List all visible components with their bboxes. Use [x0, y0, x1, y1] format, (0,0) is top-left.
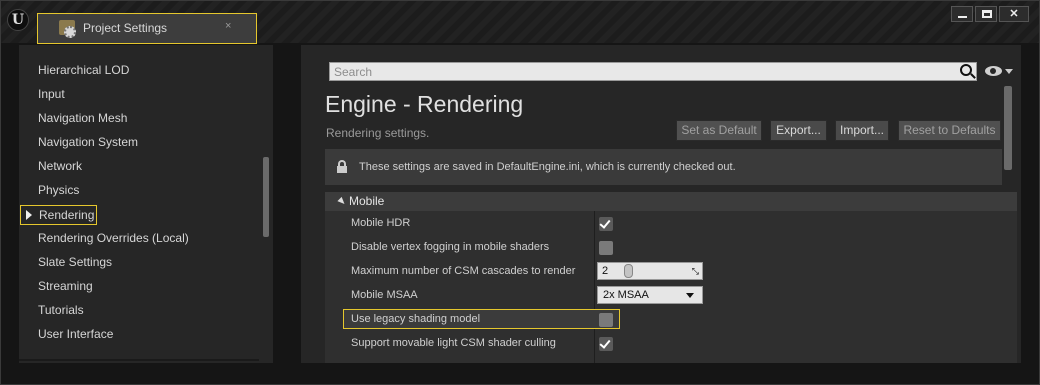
close-button[interactable]: ✕ [999, 6, 1029, 22]
spinbox-slider-handle[interactable] [624, 264, 633, 278]
sidebar-item-label: Hierarchical LOD [38, 63, 130, 77]
dropdown-value: 2x MSAA [603, 289, 649, 301]
property-label: Support movable light CSM shader culling [351, 337, 556, 349]
tab-label: Project Settings [83, 21, 168, 35]
sidebar-item-slate-settings[interactable]: Slate Settings [19, 252, 259, 272]
sidebar-item-label: Rendering [39, 208, 95, 222]
page-title: Engine - Rendering [325, 91, 524, 117]
property-row-csm-shader-culling: Support movable light CSM shader culling [325, 331, 1017, 355]
sidebar-item-label: Navigation System [38, 135, 139, 149]
mobile-hdr-checkbox[interactable] [599, 217, 613, 231]
sidebar-item-streaming[interactable]: Streaming [19, 276, 259, 296]
property-row-legacy-shading: Use legacy shading model [325, 307, 1017, 331]
sidebar-item-navigation-mesh[interactable]: Navigation Mesh [19, 108, 259, 128]
property-row-disable-vertex-fogging: Disable vertex fogging in mobile shaders [325, 235, 1017, 259]
config-status-bar: These settings are saved in DefaultEngin… [325, 149, 1002, 185]
section-mobile-header[interactable]: Mobile [325, 192, 1017, 211]
title-bar: U Project Settings × ✕ [1, 1, 1039, 44]
sidebar-item-label: User Interface [38, 327, 114, 341]
sidebar-item-label: Navigation Mesh [38, 111, 128, 125]
maximize-button[interactable] [975, 6, 997, 22]
mobile-msaa-dropdown[interactable]: 2x MSAA [597, 286, 703, 304]
chevron-down-icon[interactable] [1005, 69, 1013, 74]
disable-vertex-fogging-checkbox[interactable] [599, 241, 613, 255]
sidebar-divider [19, 359, 259, 361]
sidebar-item-label: Streaming [38, 279, 93, 293]
expand-arrow-icon [26, 210, 32, 220]
sidebar-item-hierarchical-lod[interactable]: Hierarchical LOD [19, 60, 259, 80]
collapse-arrow-icon [337, 196, 347, 207]
sidebar-item-rendering-overrides[interactable]: Rendering Overrides (Local) [19, 228, 259, 248]
property-list: Mobile HDR Disable vertex fogging in mob… [325, 211, 1017, 363]
sidebar-item-navigation-system[interactable]: Navigation System [19, 132, 259, 152]
settings-icon [59, 20, 76, 38]
set-as-default-button[interactable]: Set as Default [676, 120, 762, 141]
legacy-shading-checkbox[interactable] [599, 313, 613, 327]
resize-arrows-icon: ⤡ [691, 266, 699, 276]
sidebar-scrollbar[interactable] [263, 157, 269, 237]
import-button[interactable]: Import... [835, 120, 889, 141]
sidebar-item-tutorials[interactable]: Tutorials [19, 300, 259, 320]
lock-icon [337, 160, 347, 173]
maximize-icon [982, 10, 992, 18]
property-row-mobile-hdr: Mobile HDR [325, 211, 1017, 235]
property-label: Mobile HDR [351, 217, 411, 229]
sidebar-item-label: Tutorials [38, 303, 84, 317]
sidebar-item-label: Physics [38, 183, 80, 197]
config-status-text: These settings are saved in DefaultEngin… [359, 161, 736, 173]
tab-project-settings[interactable]: Project Settings × [37, 13, 257, 44]
reset-to-defaults-button[interactable]: Reset to Defaults [898, 120, 1001, 141]
search-icon[interactable] [960, 64, 972, 76]
settings-details-panel: Search Engine - Rendering Rendering sett… [301, 45, 1021, 363]
property-row-mobile-msaa: Mobile MSAA 2x MSAA [325, 283, 1017, 307]
settings-sidebar: Hierarchical LOD Input Navigation Mesh N… [19, 45, 273, 363]
property-row-csm-cascades: Maximum number of CSM cascades to render… [325, 259, 1017, 283]
sidebar-item-network[interactable]: Network [19, 156, 259, 176]
window-controls: ✕ [951, 6, 1029, 22]
sidebar-item-label: Input [38, 87, 65, 101]
eye-icon[interactable] [985, 66, 1002, 76]
details-scrollbar[interactable] [1004, 86, 1012, 170]
chevron-down-icon [686, 293, 694, 298]
search-placeholder: Search [334, 65, 373, 79]
tab-close-icon[interactable]: × [225, 20, 231, 32]
sidebar-item-input[interactable]: Input [19, 84, 259, 104]
csm-cascades-spinbox[interactable]: 2 ⤡ [597, 262, 703, 280]
export-button[interactable]: Export... [770, 120, 827, 141]
sidebar-item-rendering[interactable]: Rendering [20, 205, 97, 225]
property-label: Maximum number of CSM cascades to render [351, 265, 576, 277]
spinbox-value: 2 [602, 265, 609, 277]
minimize-icon [958, 16, 967, 18]
sidebar-item-physics[interactable]: Physics [19, 180, 259, 200]
property-label: Mobile MSAA [351, 289, 418, 301]
property-label: Disable vertex fogging in mobile shaders [351, 241, 550, 253]
sidebar-item-label: Rendering Overrides (Local) [38, 231, 189, 245]
sidebar-item-label: Slate Settings [38, 255, 113, 269]
page-subtitle: Rendering settings. [326, 126, 430, 140]
close-icon: ✕ [1009, 8, 1019, 20]
project-settings-window: U Project Settings × ✕ Hierarchical LOD … [0, 0, 1040, 385]
section-label: Mobile [349, 194, 385, 208]
search-input[interactable]: Search [329, 62, 977, 81]
unreal-logo-icon: U [7, 9, 29, 31]
sidebar-item-user-interface[interactable]: User Interface [19, 324, 259, 344]
property-label: Use legacy shading model [351, 313, 481, 325]
csm-shader-culling-checkbox[interactable] [599, 337, 613, 351]
sidebar-item-label: Network [38, 159, 83, 173]
minimize-button[interactable] [951, 6, 973, 22]
